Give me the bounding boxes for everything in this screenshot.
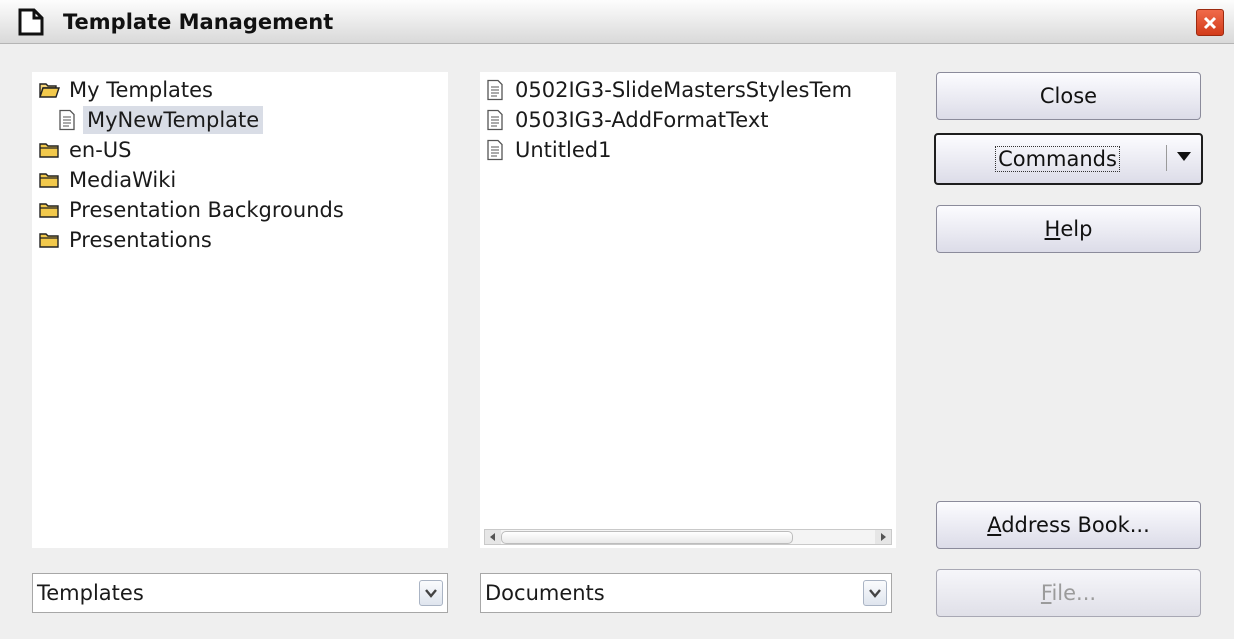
templates-list[interactable]: 0502IG3-SlideMastersStylesTem 0503IG3-Add… bbox=[480, 72, 896, 548]
commands-separator bbox=[1166, 145, 1167, 171]
close-icon bbox=[1203, 16, 1217, 29]
tree-item-label: MyNewTemplate bbox=[83, 106, 264, 134]
templates-combo[interactable]: Templates bbox=[32, 573, 448, 613]
window-title: Template Management bbox=[63, 10, 334, 34]
tree-item[interactable]: MyNewTemplate bbox=[56, 106, 264, 134]
scrollbar-thumb[interactable] bbox=[501, 531, 793, 544]
tree-item[interactable]: en-US bbox=[38, 136, 136, 164]
templates-dropdown-button[interactable] bbox=[419, 580, 443, 606]
document-item[interactable]: 0502IG3-SlideMastersStylesTem bbox=[484, 76, 856, 104]
close-button[interactable]: Close bbox=[936, 72, 1201, 120]
file-button: File... bbox=[936, 569, 1201, 617]
documents-combo-value: Documents bbox=[485, 581, 605, 605]
documents-dropdown-button[interactable] bbox=[863, 580, 887, 606]
document-item[interactable]: Untitled1 bbox=[484, 136, 615, 164]
window-close-button[interactable] bbox=[1196, 9, 1224, 36]
file-button-label: File... bbox=[1040, 581, 1097, 605]
template-categories-tree[interactable]: My Templates MyNewTemplate en-US MediaWiki P… bbox=[32, 72, 448, 548]
tree-item[interactable]: My Templates bbox=[38, 76, 217, 104]
tree-item[interactable]: MediaWiki bbox=[38, 166, 180, 194]
document-icon bbox=[484, 79, 506, 101]
address-book-button[interactable]: Address Book... bbox=[936, 501, 1201, 549]
folder-icon bbox=[38, 229, 60, 251]
document-item-label: 0502IG3-SlideMastersStylesTem bbox=[515, 78, 853, 102]
tree-item[interactable]: Presentations bbox=[38, 226, 216, 254]
help-button[interactable]: Help bbox=[936, 205, 1201, 253]
folder-icon bbox=[38, 169, 60, 191]
horizontal-scrollbar[interactable] bbox=[484, 529, 892, 545]
title-bar: Template Management bbox=[0, 0, 1234, 44]
folder-icon bbox=[38, 139, 60, 161]
document-item-label: 0503IG3-AddFormatText bbox=[515, 108, 769, 132]
document-item-label: Untitled1 bbox=[515, 138, 612, 162]
scroll-left-arrow[interactable] bbox=[485, 530, 501, 544]
triangle-down-icon[interactable] bbox=[1177, 152, 1191, 161]
tree-item-label: My Templates bbox=[69, 78, 213, 102]
documents-combo[interactable]: Documents bbox=[480, 573, 892, 613]
tree-item[interactable]: Presentation Backgrounds bbox=[38, 196, 348, 224]
arrow-right-icon bbox=[881, 533, 886, 541]
tree-item-label: en-US bbox=[69, 138, 132, 162]
address-book-button-label: Address Book... bbox=[987, 513, 1150, 537]
tree-item-label: Presentation Backgrounds bbox=[69, 198, 344, 222]
help-button-label: Help bbox=[1044, 217, 1093, 241]
commands-button[interactable]: Commands bbox=[934, 133, 1203, 185]
chevron-down-icon bbox=[869, 589, 881, 598]
scroll-right-arrow[interactable] bbox=[875, 530, 891, 544]
document-icon bbox=[56, 109, 78, 131]
document-icon bbox=[484, 109, 506, 131]
arrow-left-icon bbox=[490, 533, 495, 541]
templates-combo-value: Templates bbox=[37, 581, 144, 605]
folder-icon bbox=[38, 199, 60, 221]
folder-open-icon bbox=[38, 79, 60, 101]
tree-item-label: MediaWiki bbox=[69, 168, 177, 192]
close-button-label: Close bbox=[1039, 84, 1098, 108]
commands-button-label: Commands bbox=[995, 146, 1120, 172]
chevron-down-icon bbox=[425, 589, 437, 598]
document-app-icon bbox=[18, 8, 44, 36]
document-item[interactable]: 0503IG3-AddFormatText bbox=[484, 106, 773, 134]
tree-item-label: Presentations bbox=[69, 228, 212, 252]
document-icon bbox=[484, 139, 506, 161]
